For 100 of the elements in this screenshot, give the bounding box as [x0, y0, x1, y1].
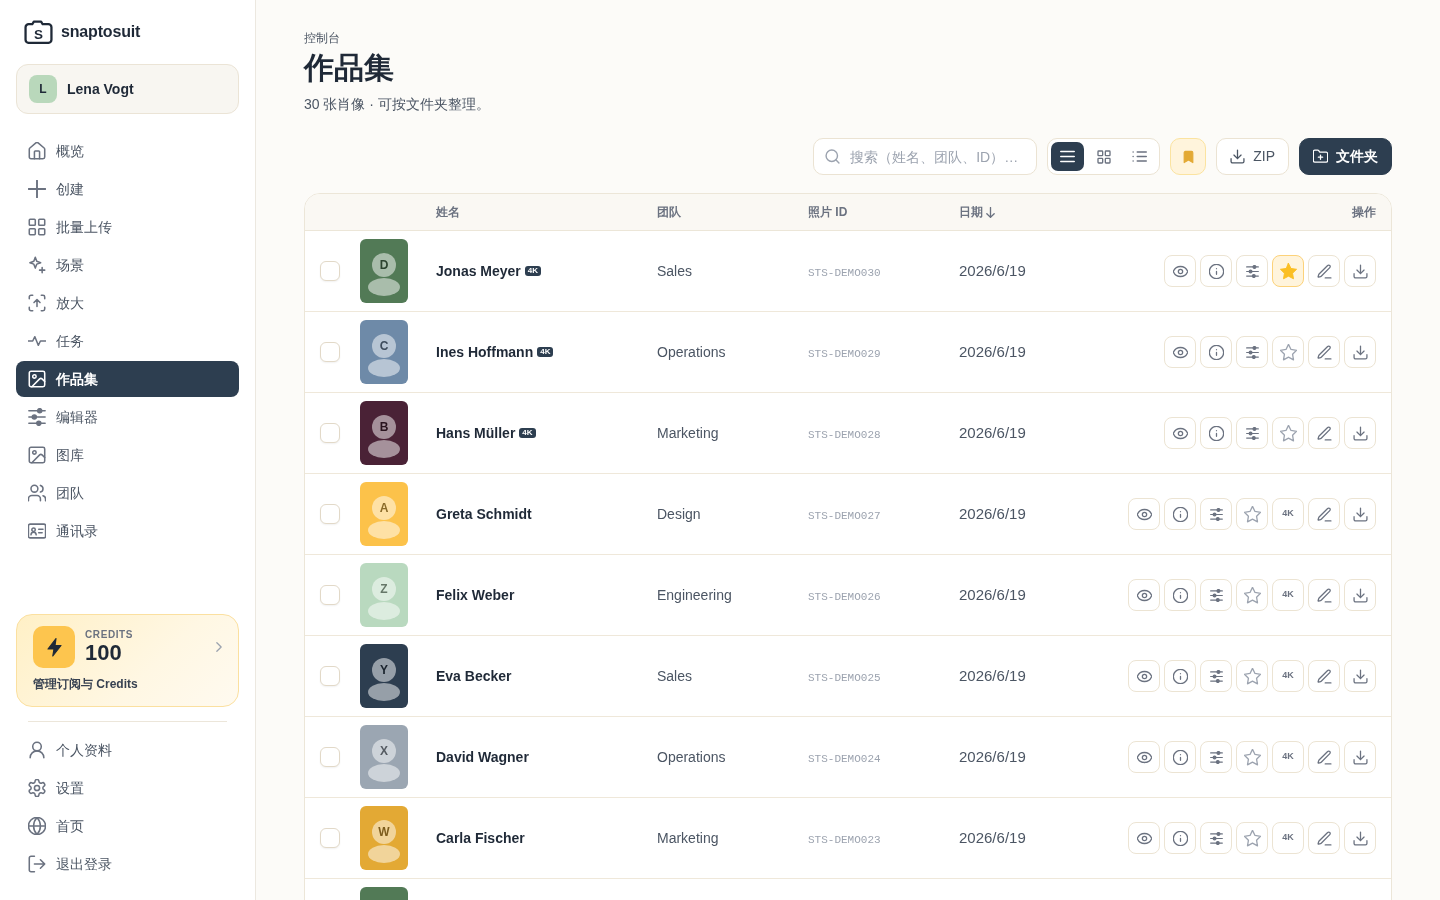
nav-item[interactable]: 场景: [16, 247, 239, 283]
edit-button[interactable]: [1308, 579, 1340, 611]
manage-subscription-link[interactable]: 管理订阅与 Credits: [33, 675, 138, 693]
nav-item[interactable]: 首页: [16, 808, 239, 844]
info-button[interactable]: [1164, 579, 1196, 611]
list-view-button[interactable]: [1051, 142, 1085, 171]
favorite-button[interactable]: [1236, 498, 1268, 530]
download-button[interactable]: [1344, 336, 1376, 368]
new-folder-button[interactable]: 文件夹: [1299, 138, 1392, 175]
upscale-button[interactable]: 4K: [1272, 660, 1304, 692]
row-checkbox[interactable]: [320, 584, 340, 605]
adjust-button[interactable]: [1236, 336, 1268, 368]
nav-item[interactable]: 创建: [16, 171, 239, 207]
upscale-button[interactable]: 4K: [1272, 579, 1304, 611]
upscale-button[interactable]: 4K: [1272, 498, 1304, 530]
preview-button[interactable]: [1128, 498, 1160, 530]
download-button[interactable]: [1344, 579, 1376, 611]
adjust-button[interactable]: [1236, 417, 1268, 449]
nav-item[interactable]: 概览: [16, 133, 239, 169]
info-button[interactable]: [1200, 255, 1232, 287]
edit-button[interactable]: [1308, 498, 1340, 530]
preview-button[interactable]: [1128, 660, 1160, 692]
preview-button[interactable]: [1128, 822, 1160, 854]
search-field[interactable]: 搜索（姓名、团队、ID）…: [813, 138, 1038, 175]
download-zip-button[interactable]: ZIP: [1216, 138, 1289, 175]
preview-button[interactable]: [1128, 579, 1160, 611]
favorite-button[interactable]: [1236, 741, 1268, 773]
pencil-icon: [1316, 425, 1332, 441]
nav-item[interactable]: 设置: [16, 770, 239, 806]
favorite-button[interactable]: [1236, 660, 1268, 692]
column-header[interactable]: 日期: [959, 203, 983, 221]
upscale-button[interactable]: 4K: [1272, 741, 1304, 773]
star-icon: [1243, 748, 1261, 766]
download-button[interactable]: [1344, 417, 1376, 449]
user-card[interactable]: L Lena Vogt: [16, 64, 239, 114]
edit-button[interactable]: [1308, 660, 1340, 692]
eye-icon: [1136, 506, 1152, 522]
info-button[interactable]: [1164, 822, 1196, 854]
portrait-initial: B: [372, 415, 396, 439]
info-button[interactable]: [1200, 336, 1232, 368]
bookmark-filter-button[interactable]: [1170, 138, 1207, 175]
edit-button[interactable]: [1308, 741, 1340, 773]
preview-button[interactable]: [1164, 255, 1196, 287]
preview-button[interactable]: [1128, 741, 1160, 773]
adjust-button[interactable]: [1200, 498, 1232, 530]
column-header: 团队: [657, 204, 681, 221]
info-button[interactable]: [1164, 741, 1196, 773]
nav-item[interactable]: 任务: [16, 323, 239, 359]
download-button[interactable]: [1344, 255, 1376, 287]
nav-item[interactable]: 个人资料: [16, 732, 239, 768]
eye-icon: [1172, 263, 1188, 279]
row-checkbox[interactable]: [320, 422, 340, 443]
download-button[interactable]: [1344, 822, 1376, 854]
nav-item[interactable]: 退出登录: [16, 846, 239, 882]
edit-button[interactable]: [1308, 255, 1340, 287]
resolution-badge: 4K: [524, 266, 542, 276]
nav-item[interactable]: 图库: [16, 437, 239, 473]
info-button[interactable]: [1164, 660, 1196, 692]
nav-item[interactable]: 作品集: [16, 361, 239, 397]
photo-id: STS-DEMO025: [808, 671, 881, 684]
favorite-button[interactable]: [1272, 417, 1304, 449]
nav-item[interactable]: 通讯录: [16, 513, 239, 549]
download-button[interactable]: [1344, 660, 1376, 692]
row-checkbox[interactable]: [320, 260, 340, 281]
preview-button[interactable]: [1164, 417, 1196, 449]
favorite-button[interactable]: [1272, 336, 1304, 368]
portrait-initial: A: [372, 496, 396, 520]
download-button[interactable]: [1344, 741, 1376, 773]
preview-button[interactable]: [1164, 336, 1196, 368]
person-name: Greta Schmidt: [436, 504, 532, 524]
adjust-button[interactable]: [1236, 255, 1268, 287]
adjust-button[interactable]: [1200, 579, 1232, 611]
edit-button[interactable]: [1308, 822, 1340, 854]
adjust-button[interactable]: [1200, 741, 1232, 773]
row-checkbox[interactable]: [320, 746, 340, 767]
row-checkbox[interactable]: [320, 341, 340, 362]
credits-card[interactable]: CREDITS 100 管理订阅与 Credits: [16, 614, 239, 707]
nav-item[interactable]: 放大: [16, 285, 239, 321]
favorite-button[interactable]: [1236, 822, 1268, 854]
id-card-icon: [28, 522, 46, 540]
upscale-button[interactable]: 4K: [1272, 822, 1304, 854]
nav-item[interactable]: 编辑器: [16, 399, 239, 435]
resolution-badge: 4K: [537, 347, 554, 357]
edit-button[interactable]: [1308, 336, 1340, 368]
favorite-button[interactable]: [1236, 579, 1268, 611]
photo-date: 2026/6/19: [959, 747, 1026, 765]
adjust-button[interactable]: [1200, 660, 1232, 692]
nav-item[interactable]: 团队: [16, 475, 239, 511]
pencil-icon: [1316, 506, 1332, 522]
team-name: Design: [657, 505, 701, 522]
row-checkbox[interactable]: [320, 665, 340, 686]
nav-item[interactable]: 批量上传: [16, 209, 239, 245]
info-button[interactable]: [1164, 498, 1196, 530]
photo-date: 2026/6/19: [959, 666, 1026, 684]
adjust-button[interactable]: [1200, 822, 1232, 854]
download-button[interactable]: [1344, 498, 1376, 530]
edit-button[interactable]: [1308, 417, 1340, 449]
row-checkbox[interactable]: [320, 827, 340, 848]
row-checkbox[interactable]: [320, 503, 340, 524]
info-button[interactable]: [1200, 417, 1232, 449]
